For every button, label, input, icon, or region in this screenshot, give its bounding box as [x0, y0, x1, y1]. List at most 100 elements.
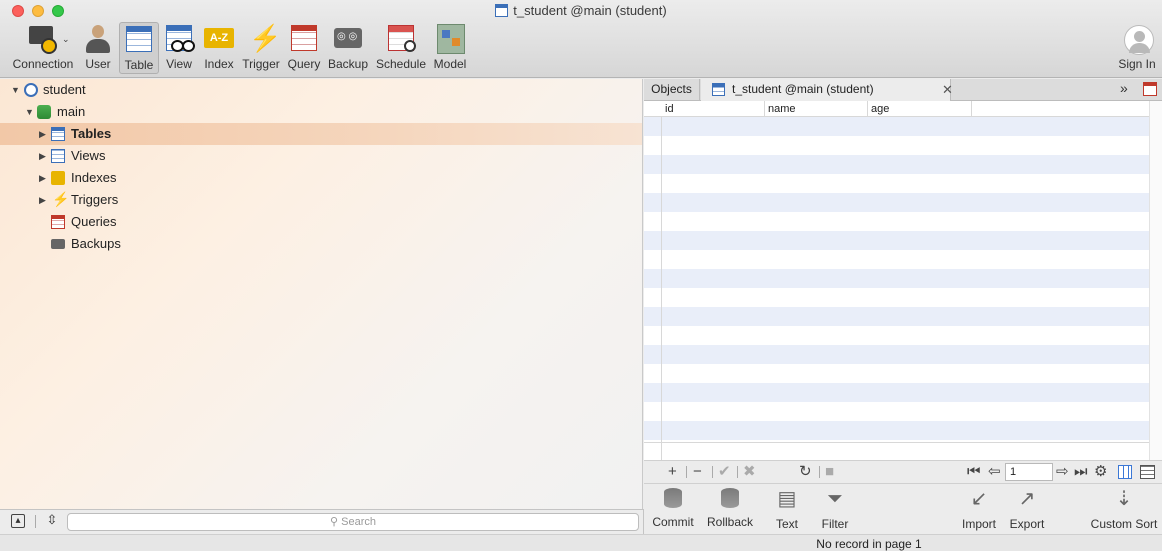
disclosure-closed-icon[interactable]: ▶ [39, 123, 49, 145]
connection-icon [27, 22, 59, 54]
toolbar-schedule-button[interactable]: Schedule [374, 22, 428, 74]
toolbar-query-button[interactable]: Query [286, 22, 322, 74]
view-icon [51, 149, 65, 163]
divider [712, 466, 713, 478]
chevron-down-icon[interactable]: ⌄ [62, 34, 70, 45]
trigger-icon: ⚡ [52, 191, 70, 207]
commit-icon [664, 488, 682, 508]
sort-icon: ⇣ [1115, 488, 1133, 510]
toolbar-model-button[interactable]: Model [432, 22, 468, 74]
toolbar-view-button[interactable]: View [161, 22, 197, 74]
delete-record-icon[interactable]: − [693, 463, 702, 481]
filter-button[interactable]: ⏷ Filter [818, 484, 852, 534]
grid-header: id name age [644, 101, 1149, 117]
search-icon: ⚲ [330, 516, 339, 528]
last-page-icon[interactable]: ⏭ [1074, 463, 1088, 481]
adjust-icon[interactable]: ⇳ [45, 513, 59, 528]
disclosure-closed-icon[interactable]: ▶ [39, 145, 49, 167]
disclosure-open-icon[interactable]: ▼ [11, 79, 21, 101]
toolbar-user-button[interactable]: User [81, 22, 115, 74]
toolbar-index-button[interactable]: Index [201, 22, 237, 74]
table-icon [123, 23, 155, 55]
tab-bar: Objects t_student @main (student) ✕ » [644, 79, 1162, 101]
tree-item-indexes[interactable]: ▶ Indexes [0, 167, 642, 189]
export-button[interactable]: ↗ Export [1008, 484, 1046, 534]
apply-changes-icon[interactable]: ✔ [718, 463, 731, 481]
form-view-icon[interactable] [1140, 465, 1155, 479]
search-input[interactable]: ⚲ Search [67, 513, 639, 531]
import-button[interactable]: ↙ Import [960, 484, 998, 534]
tree-connection-student[interactable]: ▼ student [0, 79, 642, 101]
tree-item-views[interactable]: ▶ Views [0, 145, 642, 167]
discard-changes-icon[interactable]: ✖ [743, 463, 756, 481]
divider [737, 466, 738, 478]
column-header-name[interactable]: name [765, 101, 868, 117]
divider [686, 466, 687, 478]
tree-item-triggers[interactable]: ▶ ⚡ Triggers [0, 189, 642, 211]
stop-icon[interactable]: ■ [825, 463, 834, 481]
grid-view-icon[interactable] [1118, 465, 1132, 479]
table-icon [712, 83, 725, 96]
disclosure-closed-icon[interactable]: ▶ [39, 189, 49, 211]
tab-objects[interactable]: Objects [644, 79, 700, 101]
model-icon [434, 22, 466, 54]
first-page-icon[interactable]: ⏮ [967, 463, 981, 481]
rollback-button[interactable]: Rollback [705, 484, 755, 534]
add-record-icon[interactable]: + [668, 463, 677, 481]
tree-schema-main[interactable]: ▼ main [0, 101, 642, 123]
status-bar-left [0, 534, 644, 551]
vertical-scrollbar[interactable] [1149, 101, 1162, 460]
column-header-id[interactable]: id [662, 101, 765, 117]
table-icon [495, 4, 509, 17]
status-bar: No record in page 1 [644, 534, 1162, 551]
trigger-icon [245, 22, 281, 54]
tree-item-backups[interactable]: Backups [0, 233, 642, 255]
schema-icon [37, 105, 51, 119]
commit-button[interactable]: Commit [650, 484, 696, 534]
disclosure-closed-icon[interactable]: ▶ [39, 167, 49, 189]
more-tabs-icon[interactable]: » [1120, 80, 1128, 96]
custom-sort-button[interactable]: ⇣ Custom Sort [1089, 484, 1159, 534]
toolbar-connection-button[interactable]: Connection [8, 22, 78, 74]
grid-rows[interactable] [644, 117, 1149, 444]
next-page-icon[interactable]: ⇨ [1056, 463, 1069, 481]
toolbar-backup-button[interactable]: Backup [326, 22, 370, 74]
tree-item-tables[interactable]: ▶ Tables [0, 123, 642, 145]
backup-icon [332, 22, 364, 54]
rollback-icon [721, 488, 739, 508]
text-view-button[interactable]: ▤ Text [772, 484, 802, 534]
collapse-icon[interactable]: ▴ [11, 514, 25, 528]
tab-table-editor[interactable]: t_student @main (student) ✕ [701, 79, 953, 101]
window-titlebar: t_student @main (student) Connection ⌄ U… [0, 0, 1162, 78]
toolbar-table-button[interactable]: Table [119, 22, 159, 74]
view-icon [163, 22, 195, 54]
document-icon: ▤ [777, 488, 797, 510]
row-gutter [661, 117, 662, 460]
refresh-icon[interactable]: ↻ [799, 463, 812, 481]
import-icon: ↙ [970, 488, 988, 510]
previous-page-icon[interactable]: ⇦ [988, 463, 1001, 481]
divider [644, 442, 1149, 443]
disclosure-open-icon[interactable]: ▼ [25, 101, 35, 123]
close-tab-icon[interactable]: ✕ [942, 79, 953, 100]
toolbar-trigger-button[interactable]: Trigger [240, 22, 282, 74]
navigator-bottom-bar: ▴ ⇳ ⚲ Search [0, 509, 644, 534]
window-title: t_student @main (student) [0, 3, 1162, 18]
query-icon [288, 22, 320, 54]
tree-item-queries[interactable]: Queries [0, 211, 642, 233]
schedule-icon [385, 22, 417, 54]
connection-icon [24, 83, 38, 97]
column-header-age[interactable]: age [868, 101, 972, 117]
gear-icon[interactable]: ⚙ [1094, 463, 1107, 481]
page-number-input[interactable]: 1 [1005, 463, 1053, 481]
index-icon [203, 22, 235, 54]
export-icon: ↗ [1018, 488, 1036, 510]
divider [35, 515, 36, 528]
data-grid[interactable]: id name age [644, 101, 1162, 460]
new-tab-icon[interactable] [1143, 82, 1157, 96]
navigation-pane: ▼ student ▼ main ▶ Tables ▶ Views ▶ Inde… [0, 79, 643, 509]
sign-in-button[interactable]: Sign In [1116, 22, 1158, 74]
status-text: No record in page 1 [816, 537, 922, 551]
table-icon [51, 127, 65, 141]
query-icon [51, 215, 65, 229]
